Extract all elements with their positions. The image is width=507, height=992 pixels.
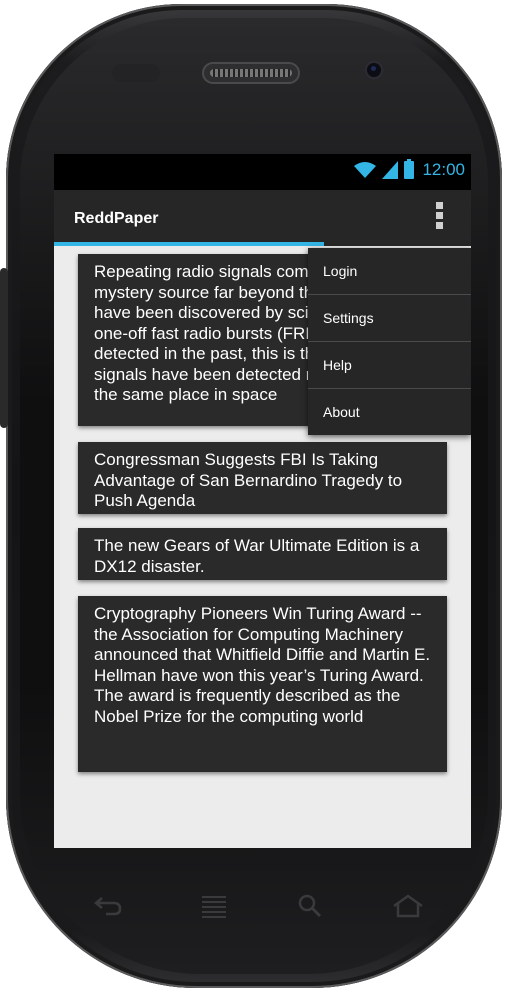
- status-time: 12:00: [422, 160, 465, 179]
- volume-button: [0, 268, 8, 428]
- post-card[interactable]: The new Gears of War Ultimate Edition is…: [78, 528, 447, 580]
- app-title: ReddPaper: [74, 210, 159, 227]
- overflow-menu: Login Settings Help About: [308, 248, 471, 435]
- proximity-sensor: [112, 64, 160, 82]
- recent-apps-icon[interactable]: [198, 892, 230, 920]
- nav-bar: [54, 880, 471, 936]
- front-camera: [364, 60, 384, 80]
- post-card[interactable]: Cryptography Pioneers Win Turing Award -…: [78, 596, 447, 772]
- menu-item-settings[interactable]: Settings: [308, 295, 471, 342]
- post-text: Congressman Suggests FBI Is Taking Advan…: [94, 450, 403, 510]
- menu-item-login[interactable]: Login: [308, 248, 471, 295]
- earpiece-speaker: [202, 62, 300, 84]
- back-icon[interactable]: [92, 892, 124, 920]
- wifi-icon: [354, 162, 377, 178]
- action-bar: ReddPaper: [54, 190, 471, 246]
- home-icon[interactable]: [392, 892, 424, 920]
- signal-icon: [382, 161, 399, 179]
- status-bar: 12:00: [54, 154, 471, 190]
- post-text: Cryptography Pioneers Win Turing Award -…: [94, 604, 431, 726]
- overflow-menu-icon[interactable]: [435, 202, 445, 234]
- search-icon[interactable]: [294, 892, 326, 920]
- post-card[interactable]: Congressman Suggests FBI Is Taking Advan…: [78, 442, 447, 514]
- battery-icon: [404, 159, 415, 179]
- menu-item-help[interactable]: Help: [308, 342, 471, 389]
- screen: 12:00 ReddPaper Repeating radio signals …: [54, 154, 471, 848]
- post-text: The new Gears of War Ultimate Edition is…: [94, 536, 420, 576]
- menu-item-about[interactable]: About: [308, 389, 471, 435]
